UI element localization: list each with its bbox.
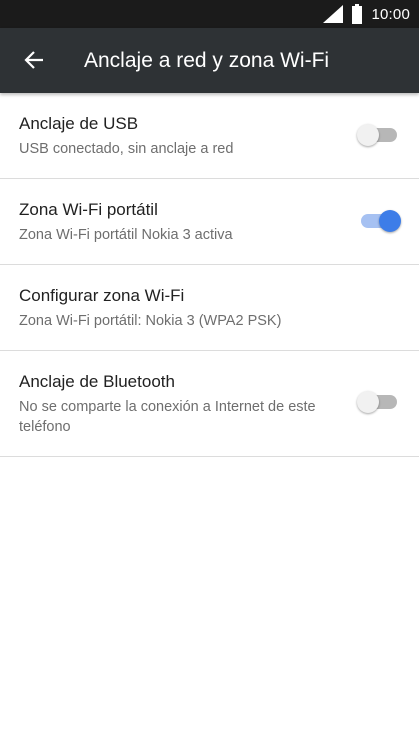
configure-hotspot-item[interactable]: Configurar zona Wi-Fi Zona Wi-Fi portáti… (0, 265, 419, 351)
bluetooth-tethering-switch[interactable] (357, 390, 397, 414)
usb-tethering-summary: USB conectado, sin anclaje a red (19, 141, 234, 157)
configure-hotspot-summary: Zona Wi-Fi portátil: Nokia 3 (WPA2 PSK) (19, 313, 282, 329)
app-bar: Anclaje a red y zona Wi-Fi (0, 28, 419, 93)
switch-thumb (379, 210, 401, 232)
status-time: 10:00 (371, 5, 410, 23)
configure-hotspot-title: Configurar zona Wi-Fi (19, 286, 185, 305)
arrow-back-icon (24, 51, 43, 69)
back-button[interactable] (10, 36, 58, 84)
portable-hotspot-switch[interactable] (361, 209, 401, 233)
usb-tethering-title: Anclaje de USB (19, 114, 139, 133)
portable-hotspot-item[interactable]: Zona Wi-Fi portátil Zona Wi-Fi portátil … (0, 179, 419, 265)
bluetooth-tethering-summary: No se comparte la conexión a Internet de… (19, 399, 316, 435)
bluetooth-tethering-item[interactable]: Anclaje de Bluetooth No se comparte la c… (0, 351, 419, 457)
switch-thumb (357, 124, 379, 146)
usb-tethering-item[interactable]: Anclaje de USB USB conectado, sin anclaj… (0, 93, 419, 179)
signal-icon (323, 5, 344, 23)
status-bar: 10:00 (0, 0, 419, 28)
switch-thumb (357, 391, 379, 413)
usb-tethering-switch[interactable] (357, 123, 397, 147)
portable-hotspot-title: Zona Wi-Fi portátil (19, 200, 158, 219)
portable-hotspot-summary: Zona Wi-Fi portátil Nokia 3 activa (19, 227, 233, 243)
settings-list: Anclaje de USB USB conectado, sin anclaj… (0, 93, 419, 457)
battery-icon (352, 4, 363, 24)
bluetooth-tethering-title: Anclaje de Bluetooth (19, 372, 175, 391)
page-title: Anclaje a red y zona Wi-Fi (84, 49, 330, 72)
status-icons: 10:00 (323, 0, 410, 28)
